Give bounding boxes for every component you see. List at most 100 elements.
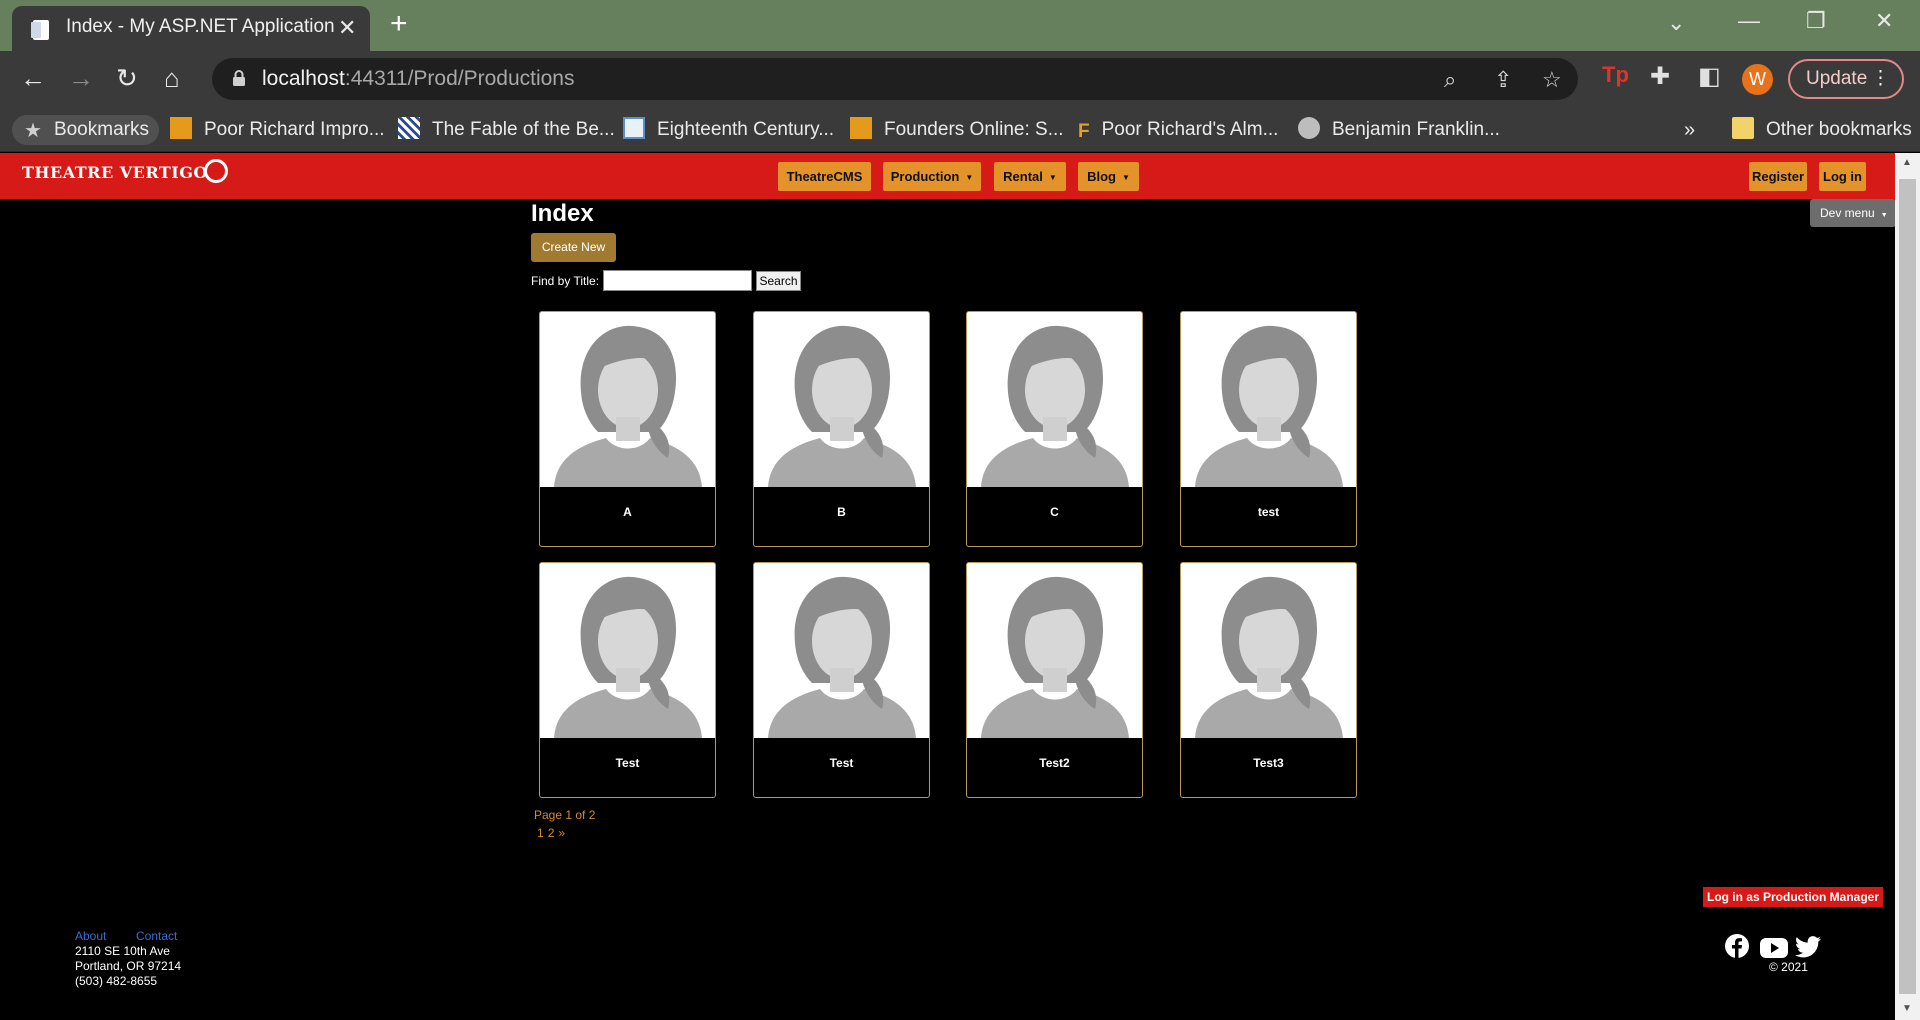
tab-close-icon[interactable]: ✕ (338, 15, 356, 41)
copyright: © 2021 (1769, 960, 1808, 974)
caret-down-icon: ▼ (1121, 173, 1130, 183)
production-card[interactable]: test (1180, 311, 1357, 547)
login-production-manager-button[interactable]: Log in as Production Manager (1703, 887, 1883, 907)
page-title: Index (531, 200, 594, 227)
bookmark-item[interactable]: The Fable of the Be... (398, 115, 615, 145)
bookmark-item[interactable]: Eighteenth Century... (623, 115, 834, 145)
address-city: Portland, OR 97214 (75, 959, 182, 973)
production-title: Test2 (1039, 756, 1070, 770)
profile-avatar[interactable]: W (1742, 64, 1773, 95)
tab-title: Index - My ASP.NET Application (66, 16, 335, 37)
page-link-2[interactable]: 2 (548, 826, 555, 840)
lock-icon[interactable] (230, 69, 248, 87)
nav-rental[interactable]: Rental ▼ (994, 162, 1066, 191)
home-icon[interactable]: ⌂ (164, 63, 180, 94)
facebook-icon[interactable] (1725, 934, 1749, 958)
production-title: Test (615, 756, 640, 770)
update-button[interactable]: Update ⋮ (1788, 59, 1904, 99)
page-favicon-icon (31, 20, 49, 40)
production-title: B (837, 505, 846, 519)
forward-icon[interactable]: → (68, 63, 94, 94)
bookmark-item[interactable]: F Poor Richard's Alm... (1078, 115, 1278, 145)
url-text[interactable]: localhost:44311/Prod/Productions (262, 67, 575, 91)
create-new-button[interactable]: Create New (531, 233, 616, 262)
f-letter-icon: F (1078, 120, 1090, 142)
placeholder-person-icon (967, 312, 1142, 487)
browser-toolbar: ← → ↻ ⌂ localhost:44311/Prod/Productions… (0, 51, 1920, 107)
address-bar[interactable]: localhost:44311/Prod/Productions ⌕ ⇪ ☆ (212, 58, 1578, 100)
chrome-menu-icon[interactable]: ⋮ (1871, 61, 1890, 97)
nav-theatrecms[interactable]: TheatreCMS (778, 162, 871, 191)
youtube-icon[interactable] (1760, 938, 1788, 958)
page-info: Page 1 of 2 (534, 808, 596, 822)
globe-icon (1298, 116, 1320, 139)
register-button[interactable]: Register (1749, 162, 1807, 191)
reload-icon[interactable]: ↻ (116, 63, 138, 94)
dev-menu-dropdown[interactable]: Dev menu ▼ (1810, 199, 1896, 227)
scroll-down-icon[interactable]: ▼ (1902, 1003, 1912, 1014)
production-card[interactable]: Test (753, 562, 930, 798)
page-next-link[interactable]: » (558, 826, 565, 840)
tp-extension-icon[interactable]: Tp (1602, 62, 1629, 88)
production-title: A (623, 505, 632, 519)
minimize-icon[interactable]: — (1738, 8, 1760, 34)
find-by-title-input[interactable] (603, 270, 752, 291)
placeholder-person-icon (1181, 563, 1356, 738)
production-card[interactable]: B (753, 311, 930, 547)
bookmark-item[interactable]: Benjamin Franklin... (1298, 115, 1500, 145)
page-link-1[interactable]: 1 (537, 826, 544, 840)
striped-site-icon (398, 116, 420, 139)
browser-tab[interactable]: Index - My ASP.NET Application ✕ (12, 6, 370, 51)
production-card[interactable]: Test (539, 562, 716, 798)
production-card[interactable]: Test3 (1180, 562, 1357, 798)
login-button[interactable]: Log in (1819, 162, 1866, 191)
production-title: test (1257, 505, 1280, 519)
twitter-icon[interactable] (1795, 936, 1821, 958)
placeholder-person-icon (540, 312, 715, 487)
theatre-vertigo-logo[interactable]: THEATRE VERTIGO (22, 159, 228, 183)
window-close-icon[interactable]: ✕ (1875, 8, 1893, 34)
placeholder-person-icon (754, 563, 929, 738)
caret-down-icon: ▼ (1880, 212, 1888, 219)
bookmarks-overflow-icon[interactable]: » (1684, 115, 1695, 145)
production-card[interactable]: C (966, 311, 1143, 547)
caret-down-icon: ▼ (965, 173, 974, 183)
site-navbar: THEATRE VERTIGO TheatreCMS Production ▼ R… (0, 153, 1895, 199)
nav-blog[interactable]: Blog ▼ (1078, 162, 1139, 191)
bookmark-item[interactable]: Poor Richard Impro... (170, 115, 385, 145)
search-button[interactable]: Search (756, 271, 801, 291)
tab-search-icon[interactable]: ⌄ (1667, 10, 1685, 36)
image-site-icon (623, 116, 645, 139)
placeholder-person-icon (754, 312, 929, 487)
side-panel-icon[interactable]: ◧ (1698, 62, 1721, 91)
page-content: THEATRE VERTIGO TheatreCMS Production ▼ R… (0, 153, 1896, 1020)
scrollbar-thumb[interactable] (1899, 179, 1916, 994)
bookmarks-bar: ★ Bookmarks Poor Richard Impro... The Fab… (0, 107, 1920, 152)
logo-swirl-icon (203, 159, 228, 183)
other-bookmarks[interactable]: Other bookmarks (1732, 115, 1912, 145)
bookmark-item[interactable]: Founders Online: S... (850, 115, 1064, 145)
placeholder-person-icon (540, 563, 715, 738)
scroll-up-icon[interactable]: ▲ (1902, 157, 1912, 168)
pagination: 1 2» (537, 826, 569, 840)
find-by-title-label: Find by Title: (531, 274, 600, 288)
extensions-puzzle-icon[interactable]: ✚ (1650, 62, 1670, 91)
placeholder-person-icon (967, 563, 1142, 738)
zoom-icon[interactable]: ⌕ (1444, 67, 1456, 93)
bookmarks-button[interactable]: ★ Bookmarks (12, 115, 159, 145)
production-card[interactable]: A (539, 311, 716, 547)
footer-contact-link[interactable]: Contact (136, 929, 177, 943)
restore-icon[interactable]: ❐ (1806, 8, 1826, 34)
back-icon[interactable]: ← (20, 63, 46, 94)
new-tab-button[interactable]: + (390, 7, 408, 41)
footer-about-link[interactable]: About (75, 929, 106, 943)
share-icon[interactable]: ⇪ (1494, 67, 1512, 93)
page-scrollbar[interactable]: ▲ ▼ (1895, 153, 1920, 1020)
bookmark-star-icon[interactable]: ☆ (1542, 67, 1562, 93)
folder-icon (1732, 116, 1754, 139)
footer-address: 2110 SE 10th Ave Portland, OR 97214 (503… (75, 944, 181, 989)
founders-f-icon (850, 116, 872, 139)
nav-production[interactable]: Production ▼ (883, 162, 981, 191)
production-card[interactable]: Test2 (966, 562, 1143, 798)
founders-f-icon (170, 116, 192, 139)
